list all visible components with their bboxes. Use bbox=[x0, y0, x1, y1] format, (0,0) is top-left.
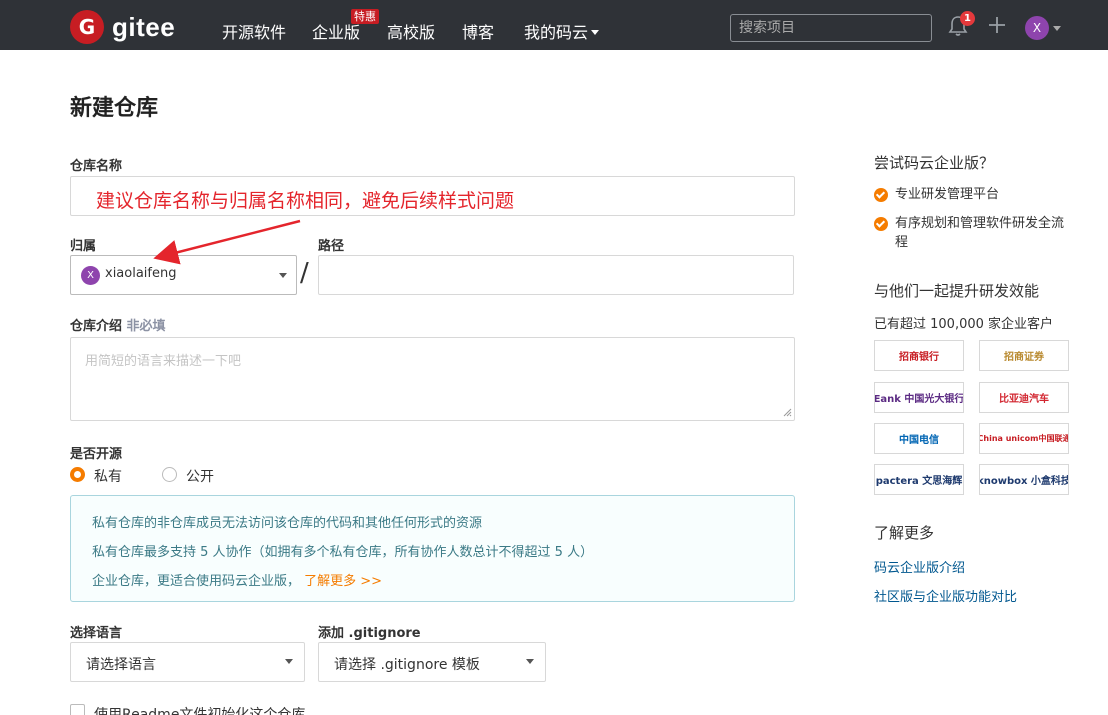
search-input[interactable] bbox=[730, 14, 932, 42]
together-title: 与他们一起提升研发效能 bbox=[874, 282, 1040, 300]
resize-handle-icon[interactable] bbox=[783, 408, 792, 417]
chevron-down-icon bbox=[591, 30, 600, 35]
check-icon bbox=[874, 217, 888, 231]
annotation-text: 建议仓库名称与归属名称相同，避免后续样式问题 bbox=[96, 190, 515, 212]
desc-label: 仓库介绍 非必填 bbox=[70, 315, 166, 334]
info-line-3-text: 企业仓库，更适合使用码云企业版， bbox=[92, 574, 301, 589]
owner-avatar: X bbox=[81, 266, 100, 285]
desc-optional-text: 非必填 bbox=[126, 319, 166, 334]
check-icon bbox=[874, 188, 888, 202]
language-label: 选择语言 bbox=[70, 626, 123, 641]
path-separator: / bbox=[300, 258, 309, 288]
gitignore-chevron-down-icon bbox=[526, 659, 534, 664]
try-enterprise-title: 尝试码云企业版？ bbox=[874, 154, 995, 172]
language-chevron-down-icon bbox=[285, 659, 293, 664]
nav-open-source[interactable]: 开源软件 bbox=[222, 19, 286, 43]
learn-more-link[interactable]: 了解更多 >> bbox=[304, 574, 382, 589]
nav-my-gitee-label: 我的码云 bbox=[524, 23, 589, 42]
repo-name-label: 仓库名称 bbox=[70, 159, 123, 174]
brand-logo-knowbox: knowbox 小盒科技 bbox=[979, 464, 1069, 495]
page-title: 新建仓库 bbox=[70, 96, 159, 121]
brand-logo-unicom: China unicom中国联通 bbox=[979, 423, 1069, 454]
desc-label-text: 仓库介绍 bbox=[70, 319, 123, 334]
radio-private-label[interactable]: 私有 bbox=[94, 466, 122, 486]
readme-checkbox[interactable] bbox=[70, 704, 85, 715]
owner-value: xiaolaifeng bbox=[105, 266, 177, 281]
feature-item: 专业研发管理平台 bbox=[895, 187, 1000, 202]
feature-item: 有序规划和管理软件研发全流程 bbox=[895, 216, 1065, 250]
brand-logo-cms: 招商证券 bbox=[979, 340, 1069, 371]
learn-more-title: 了解更多 bbox=[874, 524, 935, 542]
gitee-logo-icon: G bbox=[70, 10, 104, 44]
customers-text: 已有超过 100,000 家企业客户 bbox=[874, 317, 1054, 332]
radio-private[interactable] bbox=[70, 467, 85, 482]
language-select[interactable]: 请选择语言 bbox=[70, 642, 305, 682]
plus-icon[interactable] bbox=[986, 14, 1008, 36]
brand-logo-cmb: 招商银行 bbox=[874, 340, 964, 371]
path-input[interactable] bbox=[318, 255, 794, 295]
avatar-chevron-down-icon[interactable] bbox=[1053, 26, 1061, 31]
open-source-label: 是否开源 bbox=[70, 447, 123, 462]
info-line-1: 私有仓库的非仓库成员无法访问该仓库的代码和其他任何形式的资源 bbox=[92, 516, 483, 531]
enterprise-intro-link[interactable]: 码云企业版介绍 bbox=[874, 557, 965, 576]
owner-label: 归属 bbox=[70, 239, 97, 254]
radio-public[interactable] bbox=[162, 467, 177, 482]
brand-logo-telecom: 中国电信 bbox=[874, 423, 964, 454]
language-select-value: 请选择语言 bbox=[86, 657, 156, 673]
brand-logo-pactera: pactera 文思海辉 bbox=[874, 464, 964, 495]
user-avatar[interactable]: X bbox=[1025, 16, 1049, 40]
top-navbar: G gitee 开源软件 企业版 特惠 高校版 博客 我的码云 1 X bbox=[0, 0, 1108, 50]
nav-my-gitee[interactable]: 我的码云 bbox=[524, 19, 600, 43]
info-line-3: 企业仓库，更适合使用码云企业版， 了解更多 >> bbox=[92, 570, 382, 589]
nav-university[interactable]: 高校版 bbox=[387, 19, 435, 43]
gitee-logo-text: gitee bbox=[112, 11, 176, 42]
notification-count-badge: 1 bbox=[960, 11, 975, 26]
owner-select[interactable]: X xiaolaifeng bbox=[70, 255, 297, 295]
gitignore-select[interactable]: 请选择 .gitignore 模板 bbox=[318, 642, 546, 682]
brand-logo-ceb: Eank 中国光大银行 bbox=[874, 382, 964, 413]
path-label: 路径 bbox=[318, 239, 345, 254]
desc-placeholder: 用简短的语言来描述一下吧 bbox=[85, 354, 242, 369]
gitee-logo[interactable]: G gitee bbox=[70, 10, 176, 44]
readme-checkbox-label[interactable]: 使用Readme文件初始化这个仓库 bbox=[94, 704, 305, 715]
owner-chevron-down-icon bbox=[279, 273, 287, 278]
nav-enterprise-badge: 特惠 bbox=[351, 9, 379, 24]
nav-blog[interactable]: 博客 bbox=[462, 19, 494, 43]
brand-logo-byd: 比亚迪汽车 bbox=[979, 382, 1069, 413]
radio-public-label[interactable]: 公开 bbox=[186, 466, 214, 486]
gitignore-label: 添加 .gitignore bbox=[318, 626, 421, 641]
gitignore-select-value: 请选择 .gitignore 模板 bbox=[334, 657, 480, 673]
compare-editions-link[interactable]: 社区版与企业版功能对比 bbox=[874, 586, 1017, 605]
info-line-2: 私有仓库最多支持 5 人协作（如拥有多个私有仓库，所有协作人数总计不得超过 5 … bbox=[92, 545, 594, 560]
